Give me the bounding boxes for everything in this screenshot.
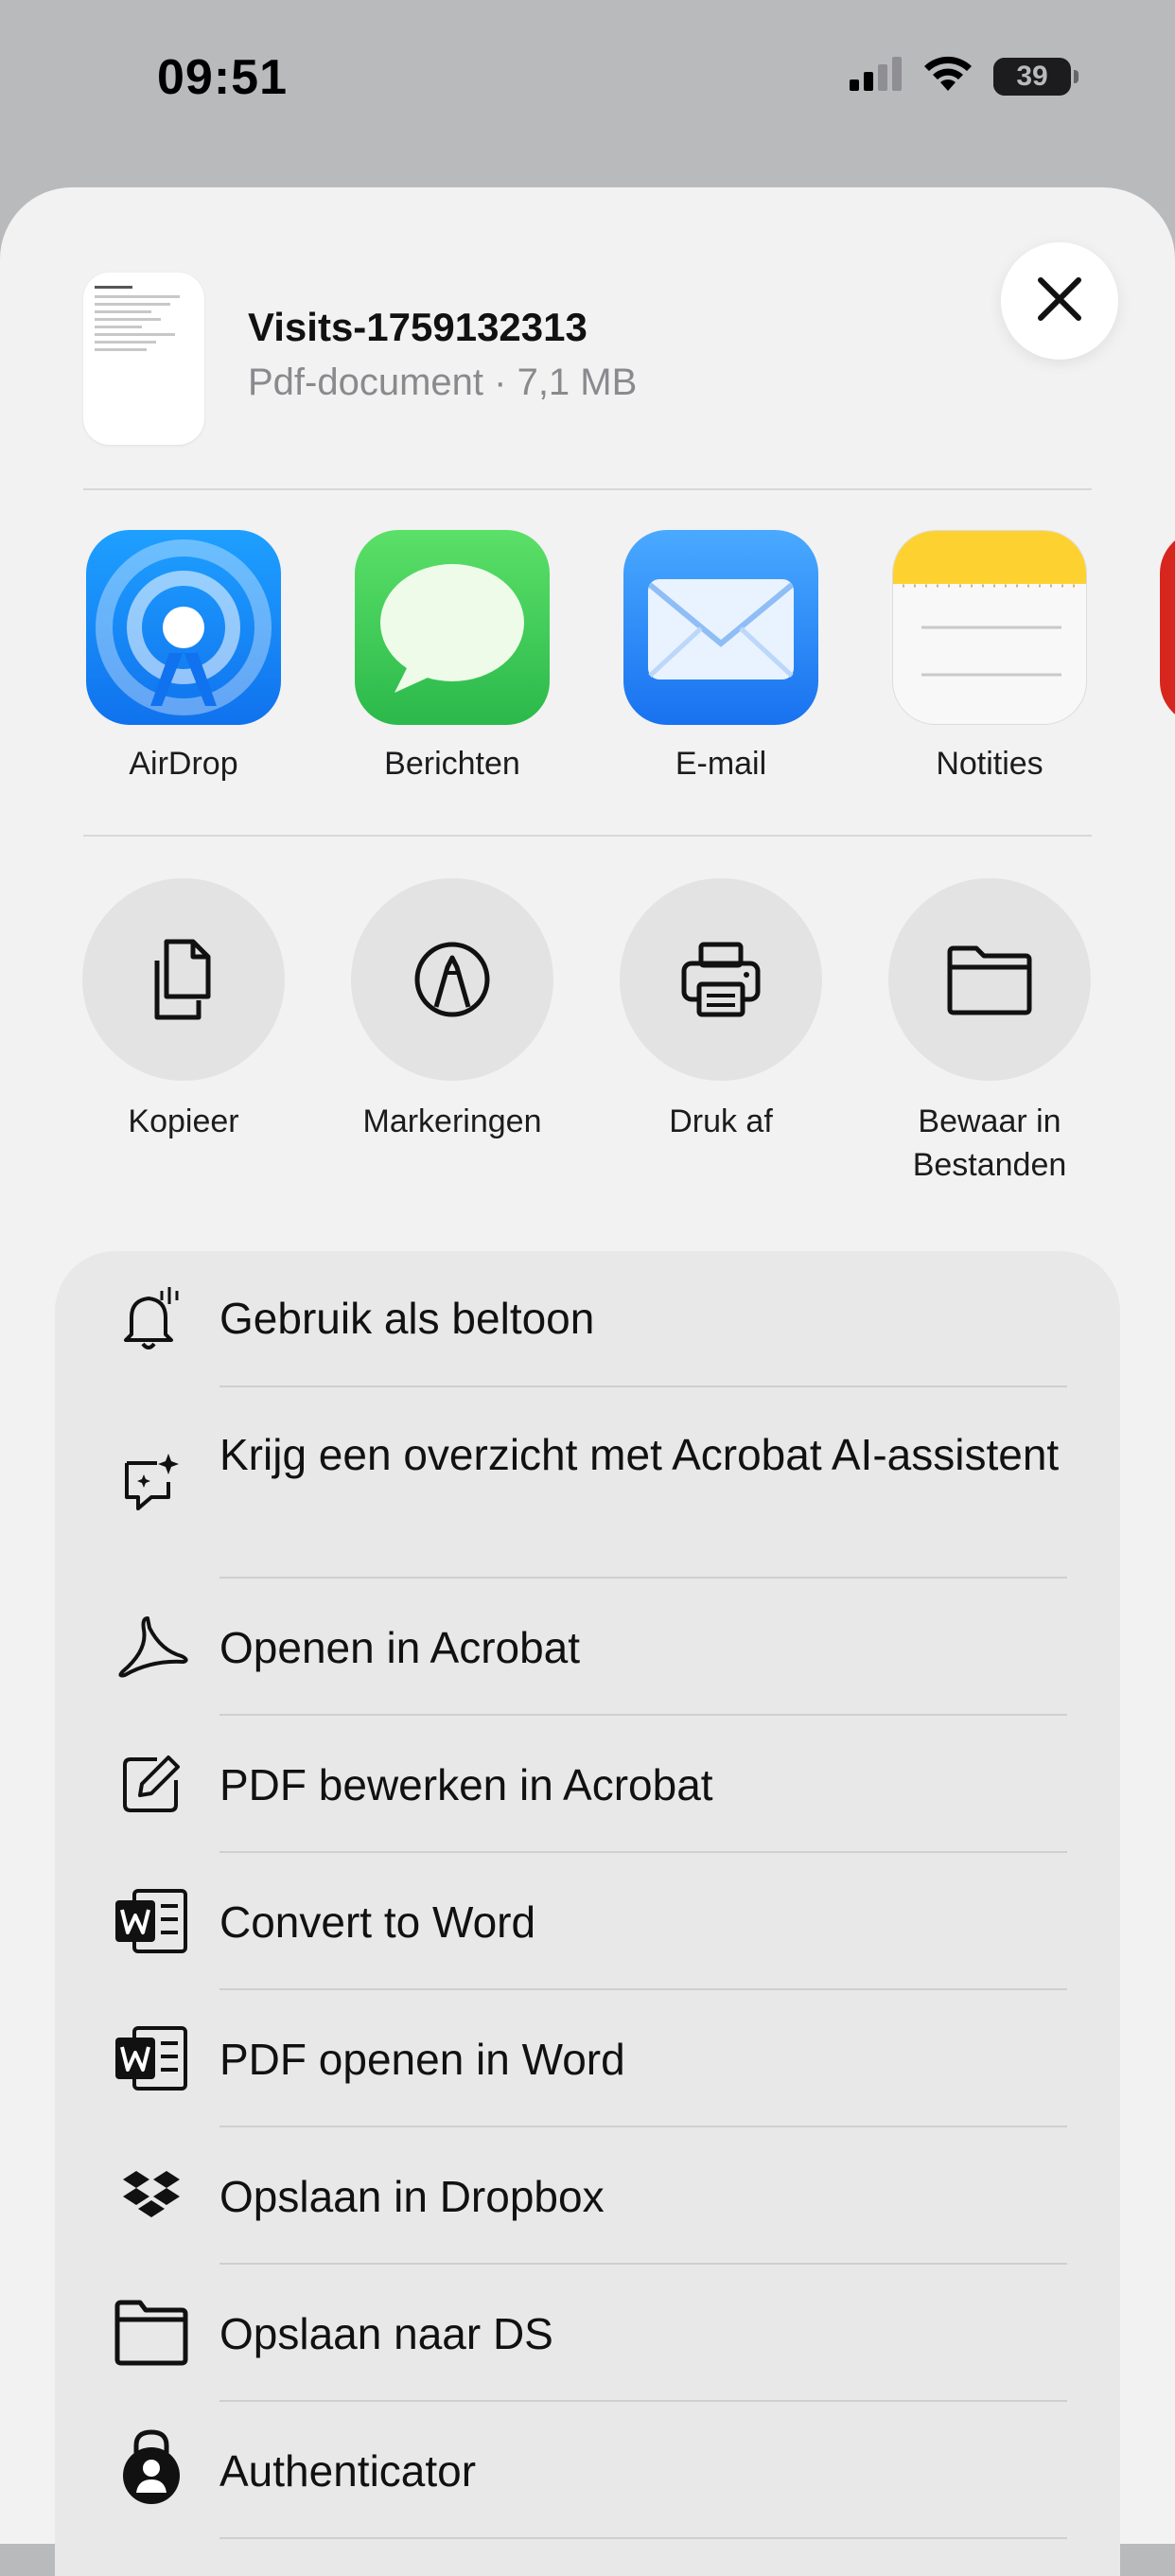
list-item-opslaan-in-dropbox[interactable]: Opslaan in Dropbox [55,2127,1120,2265]
share-apps-row: AirDrop Berichten E-mail Notities [0,530,1175,782]
share-app-label: Notities [936,746,1043,782]
action-druk-af[interactable]: Druk af [587,878,855,1143]
share-app-email[interactable]: E-mail [587,530,855,783]
dropbox-icon [110,2154,193,2237]
close-icon [1035,274,1084,328]
list-item-label: Openen in Acrobat [219,1623,581,1672]
copy-icon [82,878,285,1081]
airdrop-icon [86,530,281,725]
share-app-label: E-mail [675,746,767,782]
list-item-convert-to-word[interactable]: Convert to Word [55,1853,1120,1990]
list-item-pdf-openen-in-word[interactable]: PDF openen in Word [55,1990,1120,2127]
status-icons: 39 [850,55,1079,97]
document-title: Visits-1759132313 [248,305,588,349]
acrobat-icon [110,1605,193,1688]
action-label: Kopieer [128,1103,239,1139]
share-app-airdrop[interactable]: AirDrop [49,530,318,783]
share-app-partial[interactable] [1160,530,1175,725]
ai-assistant-icon [110,1440,193,1524]
document-subtitle: Pdf-document · 7,1 MB [248,362,638,403]
close-button[interactable] [1001,242,1118,360]
battery-level: 39 [1016,60,1048,92]
share-app-notities[interactable]: Notities [855,530,1124,783]
battery-icon: 39 [993,57,1079,96]
list-item-label: Opslaan naar DS [219,2309,553,2358]
share-sheet: Visits-1759132313 Pdf-document · 7,1 MB … [0,187,1175,2576]
edit-icon [110,1742,193,1826]
action-label: Druk af [669,1103,773,1139]
bell-icon [110,1278,193,1361]
cellular-signal-icon [850,57,903,96]
list-item-label: Authenticator [219,2446,477,2496]
wifi-icon [921,55,974,97]
messages-icon [355,530,550,725]
list-item-pdf-bewerken-in-acrobat[interactable]: PDF bewerken in Acrobat [55,1716,1120,1853]
list-item-label: Krijg een overzicht met Acrobat AI-assis… [219,1430,1060,1479]
list-item-label: Gebruik als beltoon [219,1294,595,1343]
list-item-label: Convert to Word [219,1897,536,1947]
print-icon [620,878,822,1081]
action-label: Bewaar in Bestanden [912,1103,1067,1183]
list-item-gebruik-als-beltoon[interactable]: Gebruik als beltoon [55,1251,1120,1387]
list-item-label: PDF bewerken in Acrobat [219,1760,713,1809]
share-app-berichten[interactable]: Berichten [318,530,587,783]
list-item-label: PDF openen in Word [219,2035,625,2084]
status-bar: 09:51 39 [0,0,1175,161]
divider [83,488,1092,490]
folder-icon [110,2291,193,2374]
word-icon [110,2017,193,2100]
document-thumbnail [83,273,204,445]
list-item-opslaan-naar-ds[interactable]: Opslaan naar DS [55,2265,1120,2402]
action-label: Markeringen [362,1103,542,1139]
action-kopieer[interactable]: Kopieer [49,878,318,1143]
list-item-label: Opslaan in Dropbox [219,2172,605,2221]
folder-icon [888,878,1091,1081]
action-bewaar-in-bestanden[interactable]: Bewaar in Bestanden [855,878,1124,1187]
list-item-openen-in-acrobat[interactable]: Openen in Acrobat [55,1579,1120,1716]
status-time: 09:51 [157,50,288,105]
divider [83,835,1092,837]
notes-icon [892,530,1087,725]
list-item-acrobat-ai-assistent[interactable]: Krijg een overzicht met Acrobat AI-assis… [55,1387,1120,1579]
actions-list: Gebruik als beltoon Krijg een overzicht … [55,1251,1120,2576]
mail-icon [623,530,818,725]
list-item-authenticator[interactable]: Authenticator [55,2402,1120,2539]
share-app-label: AirDrop [129,746,238,782]
share-app-label: Berichten [384,746,520,782]
authenticator-icon [110,2425,193,2508]
markup-icon [351,878,553,1081]
action-markeringen[interactable]: Markeringen [318,878,587,1143]
word-icon [110,1879,193,1963]
